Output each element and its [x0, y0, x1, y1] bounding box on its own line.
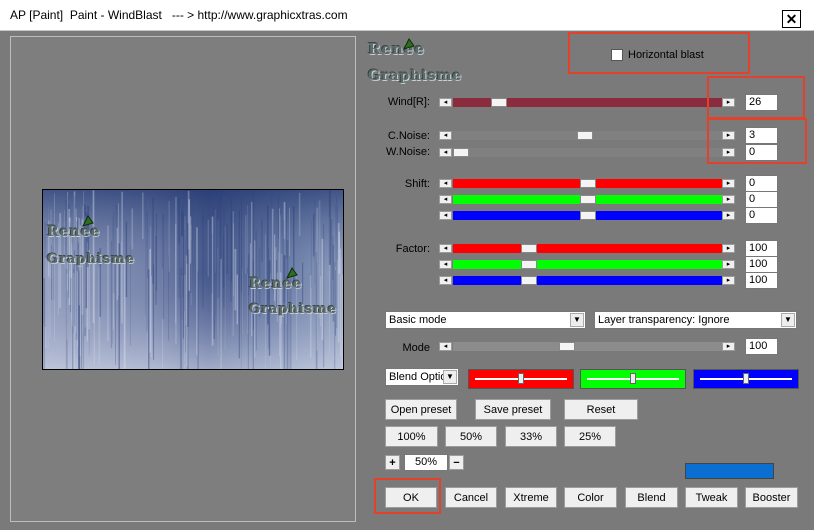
shift-green-value-field[interactable]: 0 — [745, 191, 778, 208]
wind-thumb[interactable] — [491, 98, 507, 107]
blend-options-dropdown[interactable]: Blend Optio ▼ — [385, 368, 459, 386]
horizontal-blast-label: Horizontal blast — [628, 49, 704, 61]
factor-blue-value-field[interactable]: 100 — [745, 272, 778, 289]
zoom-25-button[interactable]: 25% — [564, 426, 616, 447]
factor-red-thumb[interactable] — [521, 244, 537, 253]
arrow-right-icon[interactable]: ▸ — [722, 179, 735, 188]
blend-blue-slider[interactable] — [693, 369, 799, 389]
c-noise-label: C.Noise: — [387, 130, 430, 142]
chevron-down-icon: ▼ — [570, 313, 584, 327]
zoom-value-field[interactable]: 50% — [404, 454, 448, 471]
arrow-right-icon[interactable]: ▸ — [722, 276, 735, 285]
factor-blue-thumb[interactable] — [521, 276, 537, 285]
factor-green-value-field[interactable]: 100 — [745, 256, 778, 273]
factor-red-track[interactable] — [453, 244, 722, 253]
color-button[interactable]: Color — [564, 487, 617, 508]
zoom-50-button[interactable]: 50% — [445, 426, 497, 447]
arrow-left-icon[interactable]: ◂ — [439, 179, 452, 188]
arrow-right-icon[interactable]: ▸ — [722, 195, 735, 204]
arrow-left-icon[interactable]: ◂ — [439, 131, 452, 140]
highlight-box — [707, 76, 805, 119]
open-preset-button[interactable]: Open preset — [385, 399, 457, 420]
blend-red-slider[interactable] — [468, 369, 574, 389]
arrow-right-icon[interactable]: ▸ — [722, 211, 735, 220]
arrow-left-icon[interactable]: ◂ — [439, 195, 452, 204]
preview-image[interactable]: Renee Graphisme Renee Graphisme — [42, 189, 344, 370]
mode-track[interactable] — [453, 342, 722, 351]
chevron-down-icon: ▼ — [781, 313, 795, 327]
w-noise-track[interactable] — [453, 148, 722, 157]
arrow-left-icon[interactable]: ◂ — [439, 244, 452, 253]
zoom-33-button[interactable]: 33% — [505, 426, 557, 447]
save-preset-button[interactable]: Save preset — [475, 399, 551, 420]
shift-label: Shift: — [404, 178, 430, 190]
leaf-icon — [286, 267, 298, 279]
zoom-out-button[interactable]: − — [449, 455, 464, 470]
reset-button[interactable]: Reset — [564, 399, 638, 420]
highlight-box — [707, 118, 807, 164]
watermark-text: Graphisme — [249, 302, 338, 317]
shift-blue-value-field[interactable]: 0 — [745, 207, 778, 224]
mode-thumb[interactable] — [559, 342, 575, 351]
arrow-left-icon[interactable]: ◂ — [439, 342, 452, 351]
arrow-left-icon[interactable]: ◂ — [439, 276, 452, 285]
watermark-text: Graphisme — [368, 68, 463, 84]
color-swatch[interactable] — [685, 463, 774, 479]
factor-label: Factor: — [395, 243, 430, 255]
blend-thumb[interactable] — [743, 373, 749, 384]
chevron-down-icon: ▼ — [443, 370, 457, 384]
zoom-in-button[interactable]: + — [385, 455, 400, 470]
blend-thumb[interactable] — [518, 373, 524, 384]
arrow-left-icon[interactable]: ◂ — [439, 211, 452, 220]
leaf-icon — [403, 38, 415, 50]
watermark-text: Renee — [368, 40, 426, 58]
arrow-right-icon[interactable]: ▸ — [722, 342, 735, 351]
xtreme-button[interactable]: Xtreme — [505, 487, 557, 508]
highlight-box — [374, 478, 441, 514]
horizontal-blast-checkbox[interactable] — [611, 49, 623, 61]
watermark-text: Graphisme — [47, 252, 136, 267]
zoom-100-button[interactable]: 100% — [385, 426, 438, 447]
wind-label: Wind[R]: — [387, 96, 430, 108]
arrow-right-icon[interactable]: ▸ — [722, 260, 735, 269]
blend-button[interactable]: Blend — [625, 487, 678, 508]
shift-red-thumb[interactable] — [580, 179, 596, 188]
shift-blue-thumb[interactable] — [580, 211, 596, 220]
leaf-icon — [82, 215, 94, 227]
mode-dropdown[interactable]: Basic mode ▼ — [385, 311, 586, 329]
cancel-button[interactable]: Cancel — [445, 487, 497, 508]
tweak-button[interactable]: Tweak — [685, 487, 738, 508]
factor-red-value-field[interactable]: 100 — [745, 240, 778, 257]
shift-green-thumb[interactable] — [580, 195, 596, 204]
close-button[interactable]: ✕ — [782, 10, 801, 28]
layer-transparency-dropdown[interactable]: Layer transparency: Ignore ▼ — [594, 311, 797, 329]
mode-value-field[interactable]: 100 — [745, 338, 778, 355]
mode-label: Mode — [402, 342, 430, 354]
arrow-left-icon[interactable]: ◂ — [439, 260, 452, 269]
factor-green-track[interactable] — [453, 260, 722, 269]
arrow-left-icon[interactable]: ◂ — [439, 148, 452, 157]
blend-green-slider[interactable] — [580, 369, 686, 389]
blend-thumb[interactable] — [630, 373, 636, 384]
shift-red-value-field[interactable]: 0 — [745, 175, 778, 192]
arrow-right-icon[interactable]: ▸ — [722, 244, 735, 253]
booster-button[interactable]: Booster — [745, 487, 798, 508]
w-noise-thumb[interactable] — [453, 148, 469, 157]
arrow-left-icon[interactable]: ◂ — [439, 98, 452, 107]
window-title: AP [Paint] Paint - WindBlast --- > http:… — [10, 8, 348, 22]
factor-green-thumb[interactable] — [521, 260, 537, 269]
factor-blue-track[interactable] — [453, 276, 722, 285]
c-noise-thumb[interactable] — [577, 131, 593, 140]
w-noise-label: W.Noise: — [385, 146, 430, 158]
